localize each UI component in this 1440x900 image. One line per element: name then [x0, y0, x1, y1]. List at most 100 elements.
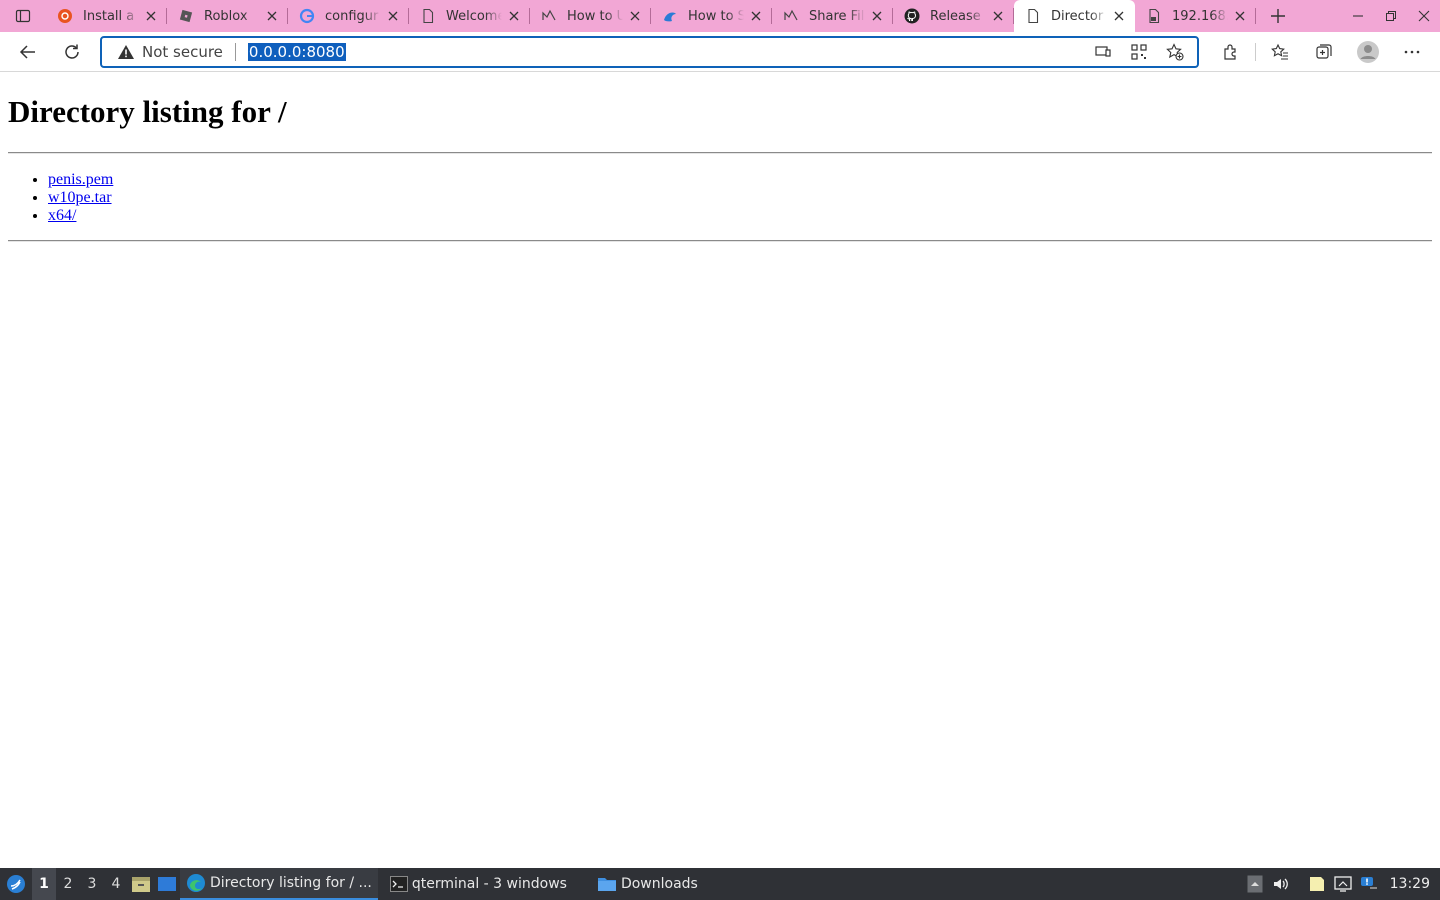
tab-directory-listing[interactable]: Director: [1014, 0, 1135, 32]
tab-install[interactable]: Install a: [46, 0, 167, 32]
terminal-icon: [389, 876, 408, 892]
refresh-icon: [65, 44, 79, 59]
pinterest-icon: [783, 8, 799, 24]
back-button[interactable]: [10, 36, 46, 68]
workspace-2[interactable]: 2: [56, 868, 80, 900]
profile-button[interactable]: [1346, 36, 1390, 68]
roblox-icon: [178, 8, 194, 24]
close-icon[interactable]: [748, 8, 764, 24]
tab-title: 192.168.: [1172, 8, 1228, 24]
clipboard-button[interactable]: [1304, 868, 1330, 900]
clock[interactable]: 13:29: [1390, 876, 1430, 892]
tab-title: Share Fil: [809, 8, 865, 24]
workspace-4[interactable]: 4: [104, 868, 128, 900]
tab-roblox[interactable]: Roblox: [167, 0, 288, 32]
list-item: x64/: [48, 207, 113, 225]
tab-share-files[interactable]: Share Fil: [772, 0, 893, 32]
notification-button[interactable]: [1356, 868, 1382, 900]
avatar-icon: [1357, 41, 1379, 63]
collections-button[interactable]: [1302, 36, 1346, 68]
warning-icon[interactable]: [117, 44, 135, 60]
close-icon[interactable]: [1232, 8, 1248, 24]
task-downloads[interactable]: Downloads: [591, 868, 704, 900]
file-cabinet-icon: [132, 877, 150, 892]
url-text[interactable]: 0.0.0.0:8080: [247, 43, 346, 61]
edge-news-icon: [662, 8, 678, 24]
notes-icon: [1309, 877, 1324, 891]
taskbar: 1 2 3 4 Directory listing for / ... qter…: [0, 868, 1440, 900]
page-content: Directory listing for / penis.pem w10pe.…: [0, 73, 1440, 868]
start-menu-button[interactable]: [0, 868, 32, 900]
extensions-button[interactable]: [1209, 36, 1253, 68]
collections-icon: [1316, 44, 1332, 59]
file-link[interactable]: w10pe.tar: [48, 189, 112, 206]
add-favorite-button[interactable]: [1157, 36, 1193, 68]
restore-button[interactable]: [1374, 0, 1407, 32]
tab-how-to-s[interactable]: How to S: [651, 0, 772, 32]
favorites-button[interactable]: [1258, 36, 1302, 68]
close-icon[interactable]: [627, 8, 643, 24]
settings-more-button[interactable]: [1390, 36, 1434, 68]
close-icon[interactable]: [1111, 8, 1127, 24]
volume-button[interactable]: [1268, 868, 1294, 900]
tab-192-168[interactable]: 192.168.: [1135, 0, 1256, 32]
show-desktop-button[interactable]: [154, 868, 180, 900]
security-label[interactable]: Not secure: [142, 43, 223, 61]
address-bar[interactable]: Not secure 0.0.0.0:8080: [100, 36, 1199, 68]
task-label: Directory listing for / ...: [210, 875, 372, 891]
tab-releases[interactable]: Release: [893, 0, 1014, 32]
close-window-button[interactable]: [1407, 0, 1440, 32]
tab-title: Director: [1051, 8, 1104, 24]
file-link[interactable]: penis.pem: [48, 171, 113, 188]
divider: [8, 240, 1432, 242]
close-icon[interactable]: [990, 8, 1006, 24]
tab-strip: Install a Roblox configur Welcome How to…: [0, 0, 1440, 32]
app-install-icon: [1095, 46, 1111, 57]
folder-link[interactable]: x64/: [48, 207, 76, 224]
workspace-1[interactable]: 1: [32, 868, 56, 900]
close-icon[interactable]: [143, 8, 159, 24]
task-browser[interactable]: Directory listing for / ...: [180, 868, 378, 900]
tab-configure[interactable]: configur: [288, 0, 409, 32]
reload-button[interactable]: [54, 36, 90, 68]
tab-how-to-u[interactable]: How to U: [530, 0, 651, 32]
tray-toggle-button[interactable]: [1242, 868, 1268, 900]
window-controls: [1341, 0, 1440, 32]
minimize-button[interactable]: [1341, 0, 1374, 32]
close-icon[interactable]: [506, 8, 522, 24]
file-manager-launcher[interactable]: [128, 868, 154, 900]
file-list: penis.pem w10pe.tar x64/: [48, 171, 113, 225]
app-available-button[interactable]: [1085, 36, 1121, 68]
tab-list: Install a Roblox configur Welcome How to…: [46, 0, 1256, 32]
github-icon: [904, 8, 920, 24]
tab-welcome[interactable]: Welcome: [409, 0, 530, 32]
workspace-3[interactable]: 3: [80, 868, 104, 900]
page-icon: [420, 8, 436, 24]
speaker-icon: [1273, 878, 1288, 890]
edge-icon: [186, 873, 206, 893]
task-terminal[interactable]: qterminal - 3 windows: [384, 868, 573, 900]
qr-code-button[interactable]: [1121, 36, 1157, 68]
ubuntu-icon: [57, 8, 73, 24]
browser-toolbar: Not secure 0.0.0.0:8080: [0, 32, 1440, 72]
page-title: Directory listing for /: [8, 94, 287, 129]
desktop-icon: [158, 877, 176, 891]
network-button[interactable]: [1330, 868, 1356, 900]
app-launcher-icon: [7, 875, 25, 893]
plus-icon: [1271, 9, 1285, 23]
google-icon: [299, 8, 315, 24]
new-tab-button[interactable]: [1260, 0, 1296, 32]
qr-code-icon: [1131, 44, 1147, 60]
page-icon: [1025, 8, 1041, 24]
notification-icon: [1360, 877, 1377, 889]
monitor-icon: [1333, 876, 1352, 892]
list-item: w10pe.tar: [48, 189, 113, 207]
close-icon[interactable]: [264, 8, 280, 24]
close-icon[interactable]: [385, 8, 401, 24]
toolbar-right: [1209, 36, 1434, 68]
minimize-icon: [1352, 15, 1363, 17]
favorites-icon: [1271, 43, 1288, 60]
close-icon[interactable]: [869, 8, 885, 24]
tab-actions-menu-button[interactable]: [0, 0, 46, 32]
close-icon: [1418, 10, 1429, 22]
